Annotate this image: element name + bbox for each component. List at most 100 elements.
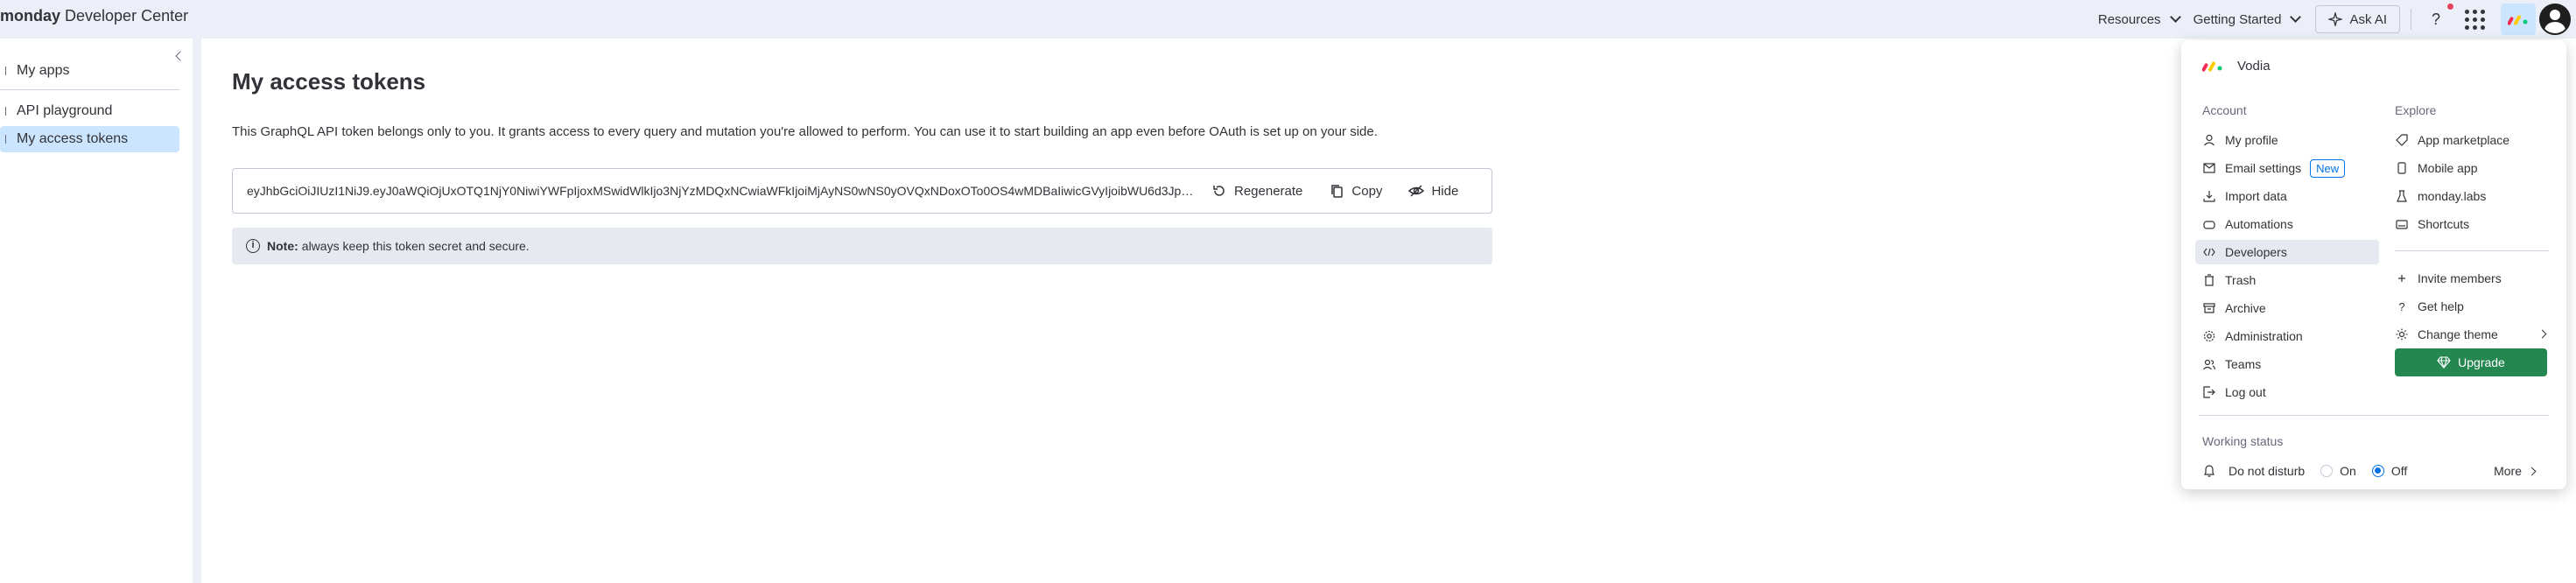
- mobile-icon: [2395, 161, 2409, 175]
- menu-item-label: My profile: [2225, 133, 2278, 147]
- sidebar-item-my-apps[interactable]: My apps: [0, 58, 179, 84]
- team-icon: [2202, 357, 2216, 371]
- token-value[interactable]: eyJhbGciOiJIUzI1NiJ9.eyJ0aWQiOjUxOTQ1NjY…: [233, 184, 1196, 198]
- sidebar-item-my-access-tokens[interactable]: My access tokens: [0, 126, 179, 152]
- sidebar-item-label: My apps: [17, 63, 70, 78]
- menu-item-label: Developers: [2225, 245, 2287, 259]
- avatar[interactable]: [2539, 4, 2571, 35]
- menu-item-label: Automations: [2225, 217, 2293, 231]
- playground-icon: [5, 107, 11, 116]
- menu-item-label: App marketplace: [2418, 133, 2510, 147]
- ask-ai-label: Ask AI: [2349, 11, 2387, 27]
- page-title: My access tokens: [232, 68, 426, 95]
- explore-divider: [2395, 250, 2549, 251]
- new-badge: New: [2310, 158, 2346, 178]
- chevron-right-icon: [2527, 467, 2537, 475]
- app-title[interactable]: monday Developer Center: [0, 7, 188, 25]
- copy-icon: [1331, 185, 1344, 198]
- getting-started-label: Getting Started: [2193, 11, 2282, 27]
- logout-icon: [2202, 385, 2216, 399]
- menu-item-import-data[interactable]: Import data: [2195, 184, 2379, 208]
- note-label: Note:: [267, 239, 298, 253]
- resources-label: Resources: [2097, 11, 2161, 27]
- plus-icon: [2395, 271, 2409, 285]
- menu-item-email-settings[interactable]: Email settings New: [2195, 156, 2379, 180]
- hide-label: Hide: [1431, 183, 1459, 199]
- sun-icon: [2395, 327, 2409, 341]
- menu-item-get-help[interactable]: ? Get help: [2388, 294, 2554, 319]
- sidebar-item-label: API playground: [17, 103, 113, 118]
- regenerate-label: Regenerate: [1234, 183, 1303, 199]
- more-button[interactable]: More: [2494, 464, 2537, 478]
- working-status-divider: [2199, 415, 2549, 416]
- menu-item-archive[interactable]: Archive: [2195, 296, 2379, 320]
- archive-icon: [2202, 301, 2216, 315]
- on-label: On: [2340, 464, 2356, 478]
- menu-item-invite-members[interactable]: Invite members: [2388, 266, 2554, 291]
- menu-item-change-theme[interactable]: Change theme: [2388, 322, 2554, 347]
- account-name: Vodia: [2237, 58, 2271, 74]
- getting-started-menu[interactable]: Getting Started: [2186, 4, 2307, 34]
- sparkle-icon: [2328, 12, 2343, 26]
- account-section-title: Account: [2202, 103, 2247, 117]
- menu-item-trash[interactable]: Trash: [2195, 268, 2379, 292]
- menu-item-log-out[interactable]: Log out: [2195, 380, 2379, 404]
- menu-item-administration[interactable]: Administration: [2195, 324, 2379, 348]
- resources-menu[interactable]: Resources: [2091, 4, 2186, 34]
- settings-icon: [2202, 329, 2216, 343]
- working-status-row: Do not disturb On Off More: [2202, 460, 2552, 481]
- menu-item-label: Change theme: [2418, 327, 2498, 341]
- diamond-icon: [2437, 356, 2451, 369]
- menu-item-automations[interactable]: Automations: [2195, 212, 2379, 236]
- import-icon: [2202, 189, 2216, 203]
- sidebar-item-api-playground[interactable]: API playground: [0, 98, 179, 124]
- chevron-down-icon: [2290, 11, 2302, 23]
- refresh-icon: [1213, 186, 1225, 196]
- menu-item-mobile-app[interactable]: Mobile app: [2388, 156, 2554, 180]
- top-bar: monday Developer Center Resources Gettin…: [0, 0, 2576, 39]
- menu-item-app-marketplace[interactable]: App marketplace: [2388, 128, 2554, 152]
- help-icon[interactable]: ?: [2422, 4, 2453, 33]
- sidebar-item-label: My access tokens: [17, 131, 129, 146]
- menu-item-monday-labs[interactable]: monday.labs: [2388, 184, 2554, 208]
- page-description: This GraphQL API token belongs only to y…: [232, 124, 1378, 139]
- keyboard-icon: [2395, 217, 2409, 231]
- upgrade-button[interactable]: Upgrade: [2395, 348, 2547, 376]
- working-status-title: Working status: [2202, 434, 2284, 448]
- copy-button[interactable]: Copy: [1318, 175, 1393, 207]
- do-not-disturb-label: Do not disturb: [2229, 464, 2306, 478]
- marketplace-icon: [2395, 133, 2409, 147]
- monday-logo-icon: [2202, 61, 2222, 72]
- menu-item-label: Shortcuts: [2418, 217, 2470, 231]
- ask-ai-button[interactable]: Ask AI: [2315, 5, 2400, 33]
- upgrade-label: Upgrade: [2458, 355, 2505, 369]
- dnd-off-radio[interactable]: [2371, 465, 2384, 477]
- copy-label: Copy: [1351, 183, 1383, 199]
- monday-logo-button[interactable]: [2501, 4, 2536, 35]
- mail-icon: [2202, 161, 2216, 175]
- brand-rest: Developer Center: [60, 7, 189, 25]
- menu-item-teams[interactable]: Teams: [2195, 352, 2379, 376]
- sidebar-gutter: [193, 39, 201, 583]
- bell-icon: [2204, 465, 2215, 477]
- menu-item-developers[interactable]: Developers: [2195, 240, 2379, 264]
- token-icon: [5, 135, 11, 144]
- dnd-on-radio[interactable]: [2320, 465, 2334, 477]
- menu-item-label: Mobile app: [2418, 161, 2478, 175]
- menu-item-shortcuts[interactable]: Shortcuts: [2388, 212, 2554, 236]
- question-icon: ?: [2398, 299, 2405, 313]
- regenerate-button[interactable]: Regenerate: [1201, 175, 1313, 207]
- trash-icon: [2202, 273, 2216, 287]
- hide-eye-icon: [1408, 185, 1425, 197]
- hide-button[interactable]: Hide: [1398, 175, 1469, 207]
- menu-item-my-profile[interactable]: My profile: [2195, 128, 2379, 152]
- menu-item-label: Administration: [2225, 329, 2303, 343]
- menu-item-label: Invite members: [2418, 271, 2502, 285]
- chevron-down-icon: [2169, 11, 2181, 23]
- apps-grid-icon[interactable]: [2460, 5, 2488, 33]
- brand-bold: monday: [0, 7, 61, 25]
- explore-section-title: Explore: [2395, 103, 2437, 117]
- person-icon: [2202, 133, 2216, 147]
- menu-item-label: Get help: [2418, 299, 2464, 313]
- menu-item-label: Log out: [2225, 385, 2266, 399]
